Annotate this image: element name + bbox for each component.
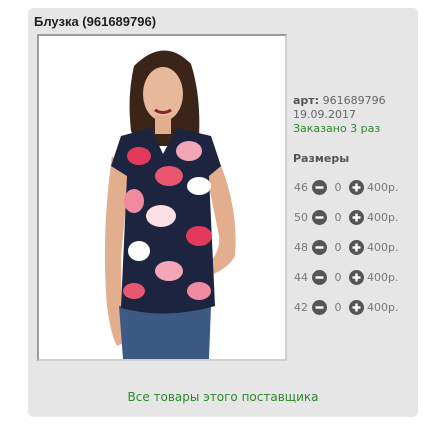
plus-circle-icon[interactable]	[349, 269, 364, 285]
plus-circle-icon[interactable]	[349, 299, 364, 315]
product-date: 19.09.2017	[293, 108, 356, 121]
sizes-list: 46 0 400р. 50 0 400р. 48 0 400р. 44 0 40…	[294, 172, 398, 322]
plus-circle-icon[interactable]	[349, 209, 364, 225]
quantity-value: 0	[334, 210, 342, 224]
size-row: 44 0 400р.	[294, 262, 398, 292]
size-price: 400р.	[367, 300, 399, 314]
size-row: 46 0 400р.	[294, 172, 398, 202]
quantity-value: 0	[334, 240, 342, 254]
size-label: 50	[294, 210, 308, 224]
product-card: Блузка (961689796) арт: 961689796 19.09.…	[28, 8, 418, 417]
minus-circle-icon[interactable]	[312, 299, 327, 315]
size-label: 48	[294, 240, 308, 254]
quantity-value: 0	[334, 180, 342, 194]
size-price: 400р.	[367, 180, 399, 194]
size-label: 46	[294, 180, 308, 194]
size-price: 400р.	[367, 210, 399, 224]
ordered-count: Заказано 3 раз	[293, 122, 381, 135]
product-title: Блузка (961689796)	[34, 14, 157, 29]
sizes-title: Размеры	[293, 152, 350, 165]
article-number: 961689796	[322, 94, 386, 107]
size-price: 400р.	[367, 240, 399, 254]
quantity-value: 0	[334, 300, 342, 314]
size-price: 400р.	[367, 270, 399, 284]
minus-circle-icon[interactable]	[312, 209, 327, 225]
size-row: 42 0 400р.	[294, 292, 398, 322]
plus-circle-icon[interactable]	[349, 239, 364, 255]
size-row: 48 0 400р.	[294, 232, 398, 262]
plus-circle-icon[interactable]	[349, 179, 364, 195]
size-label: 42	[294, 300, 308, 314]
product-image	[39, 36, 285, 359]
supplier-products-link[interactable]: Все товары этого поставщика	[28, 390, 418, 404]
minus-circle-icon[interactable]	[312, 179, 327, 195]
article-label: арт:	[293, 94, 320, 107]
size-label: 44	[294, 270, 308, 284]
minus-circle-icon[interactable]	[312, 269, 327, 285]
product-photo[interactable]	[37, 34, 287, 361]
size-row: 50 0 400р.	[294, 202, 398, 232]
product-meta: арт: 961689796 19.09.2017 Заказано 3 раз	[293, 94, 386, 136]
minus-circle-icon[interactable]	[312, 239, 327, 255]
quantity-value: 0	[334, 270, 342, 284]
